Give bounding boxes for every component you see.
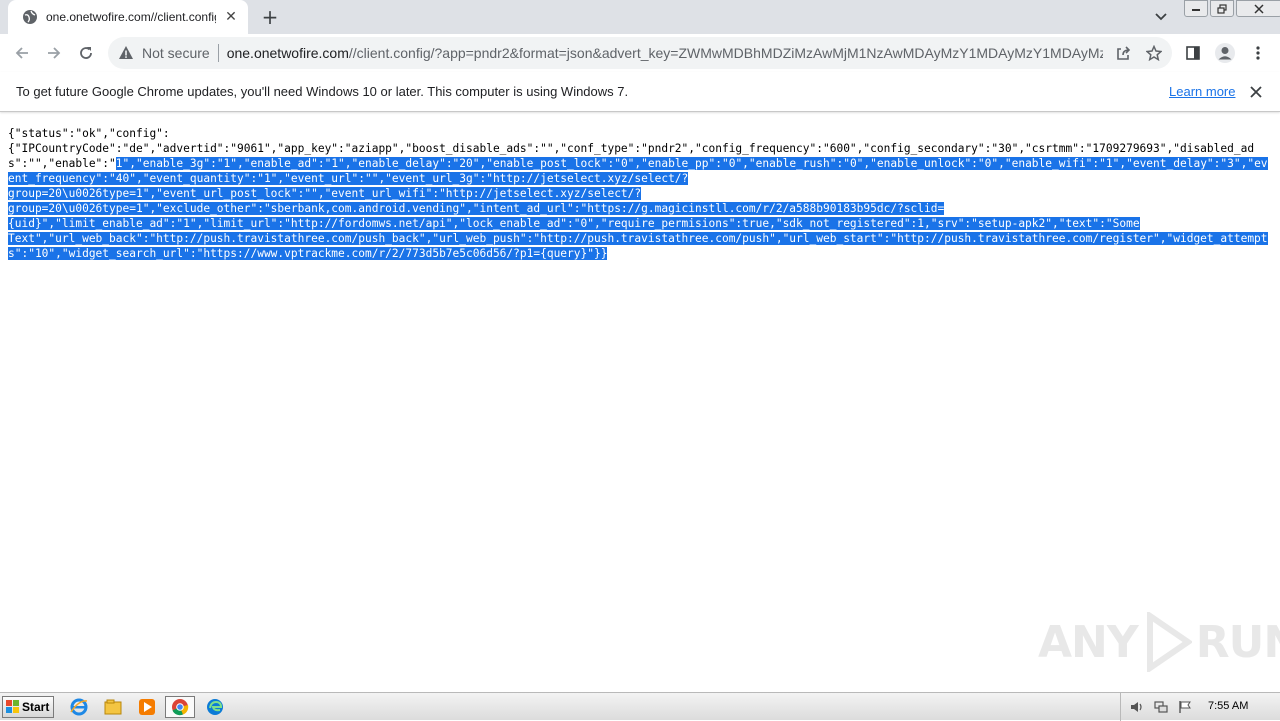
warning-triangle-icon[interactable]	[118, 45, 134, 61]
tab-title: one.onetwofire.com//client.config/?app=p…	[46, 10, 216, 24]
back-arrow-icon[interactable]	[9, 40, 35, 66]
minimize-button[interactable]	[1184, 0, 1208, 17]
network-icon[interactable]	[1153, 699, 1169, 715]
tab-close-icon[interactable]: ✕	[222, 8, 240, 26]
update-infobar: To get future Google Chrome updates, you…	[0, 72, 1280, 112]
tab-search-chevron-icon[interactable]	[1150, 6, 1172, 28]
infobar-message: To get future Google Chrome updates, you…	[16, 84, 629, 99]
json-response-body[interactable]: {"status":"ok","config": {"IPCountryCode…	[8, 126, 1274, 261]
more-menu-icon[interactable]	[1245, 40, 1271, 66]
learn-more-link[interactable]: Learn more	[1169, 84, 1235, 99]
forward-arrow-icon[interactable]	[41, 40, 67, 66]
reload-icon[interactable]	[73, 40, 99, 66]
window-controls	[1182, 0, 1280, 18]
watermark-text-left: ANY	[1038, 616, 1139, 668]
tab-strip: one.onetwofire.com//client.config/?app=p…	[0, 0, 1280, 34]
window-close-button[interactable]	[1236, 0, 1280, 17]
browser-toolbar: Not secure one.onetwofire.com//client.co…	[0, 34, 1280, 72]
globe-icon	[22, 9, 38, 25]
edge-icon[interactable]	[202, 696, 228, 718]
watermark-text-right: RUN	[1195, 616, 1280, 668]
file-explorer-icon[interactable]	[100, 696, 126, 718]
windows-taskbar: Start 7:55 AM	[0, 692, 1280, 721]
address-bar[interactable]: Not secure one.onetwofire.com//client.co…	[108, 37, 1172, 69]
url-text[interactable]: one.onetwofire.com//client.config/?app=p…	[227, 45, 1103, 61]
bookmark-star-icon[interactable]	[1145, 44, 1163, 62]
action-center-flag-icon[interactable]	[1177, 699, 1193, 715]
start-button[interactable]: Start	[2, 696, 54, 718]
windows-logo-icon	[6, 700, 19, 713]
side-panel-icon[interactable]	[1180, 40, 1206, 66]
url-host: one.onetwofire.com	[226, 45, 349, 61]
security-label[interactable]: Not secure	[142, 45, 210, 61]
omnibox-divider	[217, 44, 219, 62]
internet-explorer-icon[interactable]	[66, 696, 92, 718]
infobar-close-icon[interactable]	[1247, 83, 1265, 101]
anyrun-watermark: ANY RUN	[1038, 612, 1280, 672]
new-tab-button[interactable]: +	[258, 5, 282, 29]
json-selected-text: 1","enable_3g":"1","enable_ad":"1","enab…	[8, 157, 1268, 260]
restore-button[interactable]	[1210, 0, 1234, 17]
system-tray	[1120, 693, 1280, 721]
share-icon[interactable]	[1114, 44, 1132, 62]
url-path: //client.config/?app=pndr2&format=json&a…	[348, 45, 1103, 61]
profile-avatar-icon[interactable]	[1212, 40, 1238, 66]
play-logo-icon	[1146, 612, 1192, 672]
volume-icon[interactable]	[1129, 699, 1145, 715]
media-player-icon[interactable]	[134, 696, 160, 718]
taskbar-clock[interactable]: 7:55 AM	[1208, 700, 1248, 712]
start-label: Start	[22, 700, 50, 714]
chrome-taskbar-icon[interactable]	[165, 696, 195, 718]
browser-tab[interactable]: one.onetwofire.com//client.config/?app=p…	[8, 0, 248, 34]
